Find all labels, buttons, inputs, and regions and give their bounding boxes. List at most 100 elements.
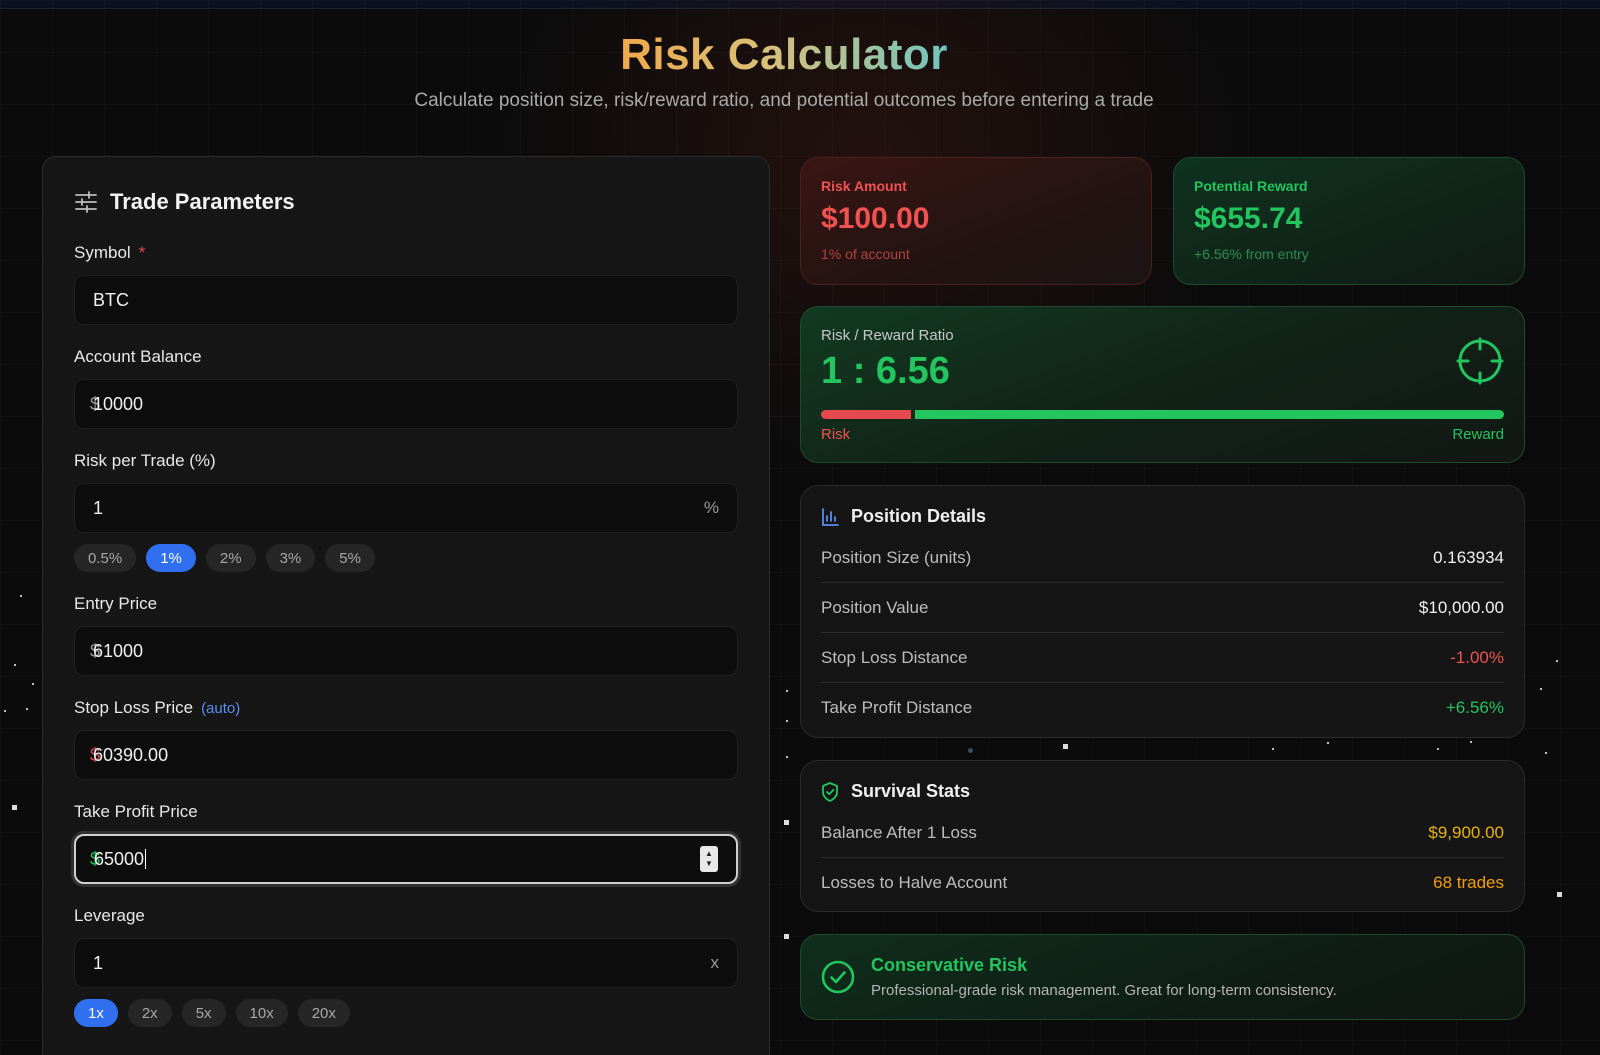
risk-reward-card: Risk / Reward Ratio 1 : 6.56 Risk Reward [800,306,1525,463]
panel-title: Trade Parameters [110,189,295,214]
stat-row: Stop Loss Distance -1.00% [821,633,1504,683]
risk-per-trade-value: 1 [93,497,104,518]
stat-row-label: Position Value [821,597,929,617]
potential-reward-card: Potential Reward $655.74 +6.56% from ent… [1173,157,1525,285]
stat-row-value: $9,900.00 [1428,822,1504,842]
percent-suffix: % [703,498,719,517]
leverage-input[interactable]: 1 x [74,938,738,988]
entry-price-label: Entry Price [74,594,158,613]
risk-segment [821,410,912,419]
particle [1540,688,1542,690]
sliders-icon [75,191,97,213]
particle [20,595,22,597]
survival-stats-card: Survival Stats Balance After 1 Loss $9,90… [800,760,1525,912]
crosshair-icon [1456,337,1504,385]
stepper-down-icon[interactable]: ▼ [705,859,713,869]
stat-row-value: $10,000.00 [1418,597,1504,617]
stat-row-label: Balance After 1 Loss [821,822,977,842]
risk-preset-group: 0.5% 1% 2% 3% 5% [74,544,738,572]
symbol-value: BTC [93,289,129,310]
position-details-list: Position Size (units) 0.163934 Position Va… [821,533,1504,733]
shield-check-icon [822,781,838,802]
stat-row-value: -1.00% [1450,647,1504,667]
trade-parameters-panel: Trade Parameters Symbol * BTC Account Ba… [42,156,770,1055]
stat-row-label: Losses to Halve Account [821,873,1008,892]
entry-price-input[interactable]: $ 61000 [74,626,738,676]
stat-row-value: +6.56% [1445,698,1504,717]
leverage-preset-group: 1x 2x 5x 10x 20x [74,999,738,1027]
stat-row-label: Take Profit Distance [821,698,973,717]
leverage-preset-chip[interactable]: 1x [74,999,118,1027]
page-header: Risk Calculator Calculate position size,… [0,30,1568,112]
leverage-preset-chip[interactable]: 20x [297,999,350,1027]
particle [1063,744,1068,749]
reward-segment [915,410,1504,419]
take-profit-field: Take Profit Price $ 65000 ▲ ▼ [74,802,738,884]
particle [1437,748,1439,750]
take-profit-input[interactable]: $ 65000 ▲ ▼ [74,834,738,884]
number-stepper[interactable]: ▲ ▼ [700,846,718,872]
particle [1327,742,1329,744]
particle [784,820,789,825]
leverage-preset-chip[interactable]: 10x [235,999,288,1027]
auto-tag: (auto) [201,699,241,717]
particle [786,720,788,722]
panel-header: Trade Parameters [74,189,738,215]
stat-row-value: 68 trades [1433,873,1504,892]
symbol-field: Symbol * BTC [74,243,738,325]
leverage-preset-chip[interactable]: 5x [181,999,226,1027]
potential-reward-label: Potential Reward [1194,178,1308,194]
stat-row: Losses to Halve Account 68 trades [821,858,1504,908]
particle [786,756,788,758]
survival-stats-title: Survival Stats [851,781,971,801]
particle [32,683,34,685]
leverage-label: Leverage [74,906,145,925]
risk-assessment-text: Professional-grade risk management. Grea… [871,982,1337,999]
risk-preset-chip[interactable]: 1% [146,544,196,572]
position-details-title: Position Details [851,506,987,526]
particle [1470,741,1472,743]
particle [786,690,788,692]
risk-per-trade-input[interactable]: 1 % [74,483,738,533]
particle [968,748,973,753]
stepper-up-icon[interactable]: ▲ [705,849,713,859]
risk-reward-bar [821,410,1504,419]
particle [1556,660,1558,662]
account-balance-value: 10000 [93,393,144,414]
risk-preset-chip[interactable]: 5% [325,544,375,572]
stop-loss-label: Stop Loss Price [74,698,194,717]
risk-assessment-card: Conservative Risk Professional-grade ris… [800,934,1525,1020]
stat-row-value: 0.163934 [1433,547,1504,567]
stop-loss-field: Stop Loss Price (auto) $ 60390.00 [74,698,738,780]
stat-row-label: Position Size (units) [821,547,972,567]
particle [1272,748,1274,750]
entry-price-field: Entry Price $ 61000 [74,594,738,676]
particle [14,664,16,666]
page-title: Risk Calculator [620,30,948,79]
risk-per-trade-label: Risk per Trade (%) [74,451,216,470]
top-bar [0,0,1600,9]
leverage-preset-chip[interactable]: 2x [127,999,172,1027]
bar-chart-icon [822,507,839,526]
risk-reward-value: 1 : 6.56 [821,350,950,392]
potential-reward-value: $655.74 [1194,202,1303,235]
stop-loss-input[interactable]: $ 60390.00 [74,730,738,780]
survival-stats-list: Balance After 1 Loss $9,900.00 Losses to H… [821,808,1504,908]
account-balance-label: Account Balance [74,347,202,366]
symbol-input[interactable]: BTC [74,275,738,325]
stop-loss-value: 60390.00 [93,744,169,765]
stat-row: Position Value $10,000.00 [821,583,1504,633]
risk-amount-value: $100.00 [821,202,930,235]
risk-preset-chip[interactable]: 0.5% [74,544,137,572]
particle [4,710,6,712]
stat-row: Balance After 1 Loss $9,900.00 [821,808,1504,858]
account-balance-field: Account Balance $ 10000 [74,347,738,429]
risk-preset-chip[interactable]: 3% [265,544,316,572]
account-balance-input[interactable]: $ 10000 [74,379,738,429]
risk-per-trade-field: Risk per Trade (%) 1 % 0.5% 1% 2% 3% 5% [74,451,738,572]
particle [12,805,17,810]
required-mark: * [138,243,146,262]
risk-preset-chip[interactable]: 2% [205,544,256,572]
take-profit-value: 65000 [94,848,145,869]
check-circle-icon [821,960,855,994]
